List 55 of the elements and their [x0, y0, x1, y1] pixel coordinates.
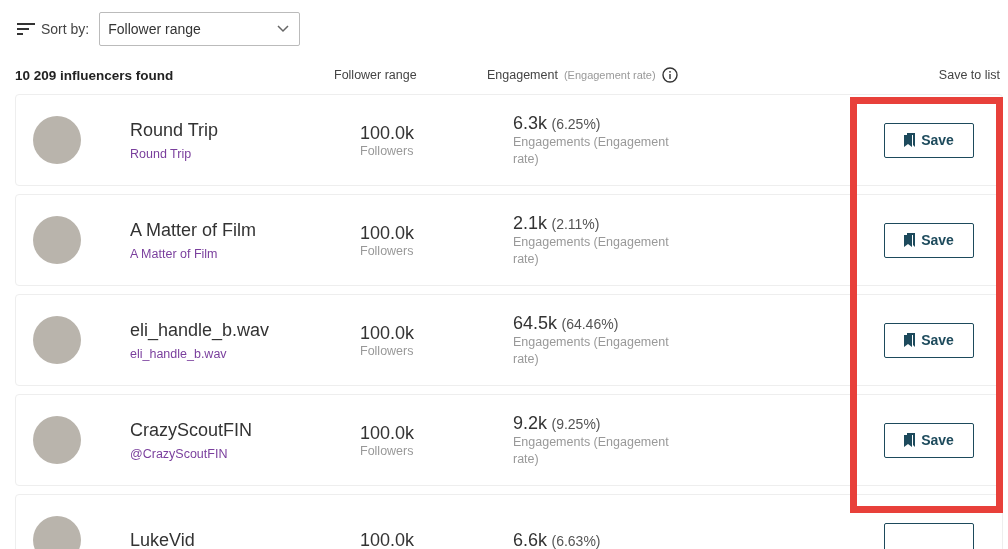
influencer-name[interactable]: eli_handle_b.wav	[130, 319, 360, 341]
avatar-placeholder	[33, 216, 81, 264]
engagement-count: 6.6k	[513, 529, 548, 549]
bookmark-icon	[904, 433, 916, 447]
engagement-label: Engagements (Engagement rate)	[513, 233, 670, 268]
influencer-name[interactable]: Round Trip	[130, 119, 360, 141]
follower-count: 100.0k	[360, 422, 416, 444]
avatar-placeholder	[33, 116, 81, 164]
followers-label: Followers	[360, 243, 415, 258]
save-button[interactable]: Save	[884, 122, 974, 158]
follower-count: 100.0k	[360, 122, 416, 144]
engagement-rate: (64.46%)	[561, 315, 619, 332]
follower-count: 100.0k	[360, 222, 416, 244]
engagement-rate: (6.25%)	[551, 115, 601, 132]
save-button[interactable]: Save	[884, 322, 974, 358]
influencer-name[interactable]: A Matter of Film	[130, 219, 360, 241]
engagement-count: 6.3k	[513, 112, 548, 133]
followers-label: Followers	[360, 343, 415, 358]
engagement-count: 9.2k	[513, 412, 548, 433]
engagement-label: Engagements (Engagement rate)	[513, 333, 670, 368]
sort-dropdown[interactable]: Follower range	[99, 12, 301, 46]
engagement-rate: (9.25%)	[551, 415, 601, 432]
save-button[interactable]: Save	[884, 422, 974, 458]
column-header: Engagement	[487, 68, 558, 82]
engagement-label: Engagements (Engagement rate)	[513, 133, 670, 168]
sort-label: Sort by:	[41, 21, 90, 37]
followers-label: Followers	[360, 443, 415, 458]
engagement-count: 2.1k	[513, 212, 548, 233]
save-button[interactable]: Save	[884, 222, 974, 258]
column-hint: (Engagement rate)	[563, 69, 656, 81]
engagement-rate: (6.63%)	[551, 532, 601, 549]
column-header: Save to list	[938, 68, 1000, 82]
save-button[interactable]	[884, 522, 974, 549]
chevron-down-icon	[277, 25, 290, 33]
results-count: 10 209 influencers found	[15, 67, 175, 83]
avatar-placeholder	[33, 316, 81, 364]
influencer-handle[interactable]: eli_handle_b.wav	[130, 346, 360, 361]
influencer-handle[interactable]: @CrazyScoutFIN	[130, 446, 360, 461]
engagement-rate: (2.11%)	[551, 215, 600, 232]
followers-label: Followers	[360, 143, 415, 158]
engagement-count: 64.5k	[513, 312, 558, 333]
follower-count: 100.0k	[360, 322, 416, 344]
sort-icon	[17, 22, 35, 36]
influencer-handle[interactable]: Round Trip	[130, 146, 360, 161]
bookmark-icon	[904, 133, 916, 147]
bookmark-icon	[904, 333, 916, 347]
column-header: Follower range	[334, 68, 418, 82]
follower-count: 100.0k	[360, 529, 416, 549]
info-icon[interactable]	[661, 67, 678, 83]
bookmark-icon	[904, 233, 916, 247]
influencer-handle[interactable]: A Matter of Film	[130, 246, 360, 261]
influencer-name[interactable]: LukeVid	[130, 529, 360, 549]
avatar-placeholder	[33, 416, 81, 464]
influencer-name[interactable]: CrazyScoutFIN	[130, 419, 360, 441]
engagement-label: Engagements (Engagement rate)	[513, 433, 670, 468]
